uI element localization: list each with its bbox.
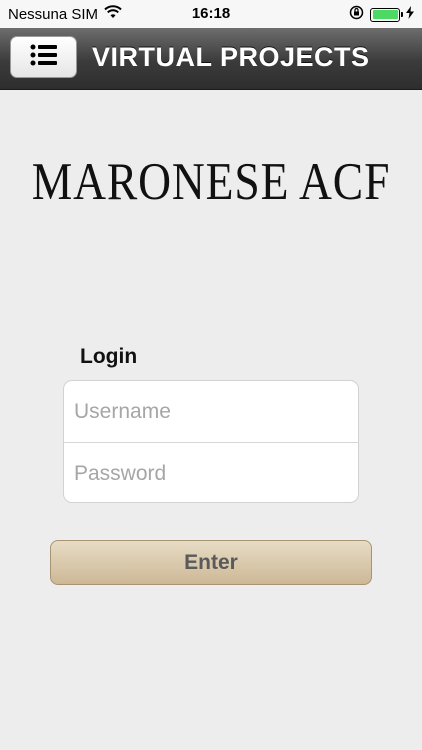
- company-logo: MARONESE ACF: [31, 153, 391, 211]
- status-right: [349, 5, 414, 24]
- battery-icon: [370, 7, 403, 22]
- menu-button[interactable]: [10, 36, 77, 78]
- status-bar: Nessuna SIM 16:18: [0, 0, 422, 28]
- enter-button[interactable]: Enter: [50, 540, 372, 585]
- page-title: VIRTUAL PROJECTS: [92, 42, 370, 72]
- username-input[interactable]: [64, 381, 358, 442]
- charging-bolt-icon: [406, 6, 414, 23]
- login-label: Login: [80, 345, 138, 368]
- list-menu-icon: [30, 44, 58, 71]
- password-input[interactable]: [64, 443, 358, 502]
- nav-bar: VIRTUAL PROJECTS: [0, 28, 422, 90]
- rotation-lock-icon: [349, 5, 364, 24]
- login-form: [63, 380, 359, 503]
- battery-level: [372, 10, 398, 19]
